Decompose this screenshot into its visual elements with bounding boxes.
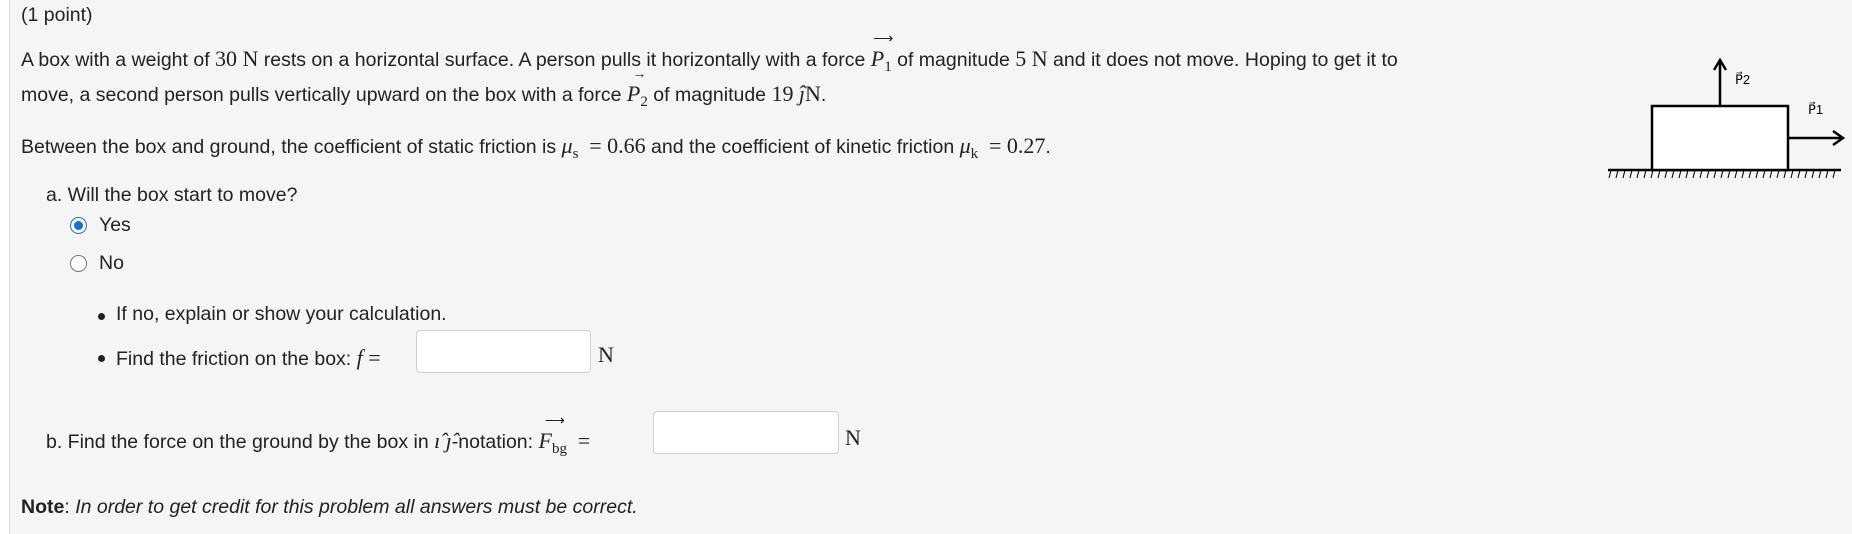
equals: =: [368, 345, 381, 370]
radio-yes[interactable]: [70, 217, 87, 234]
mu-symbol: μ: [959, 133, 971, 158]
mu-k-value: 0.27: [1006, 133, 1046, 158]
friction-prompt-text: Find the friction on the box:: [116, 348, 357, 370]
radio-no[interactable]: [70, 255, 87, 272]
part-b-text: b. Find the force on the ground by the b…: [46, 431, 435, 453]
period: .: [820, 84, 827, 106]
kinetic-subscript: k: [970, 146, 979, 162]
bullet-icon: [98, 313, 105, 320]
intro-line-2: move, a second person pulls vertically u…: [21, 67, 827, 111]
part-a-question: a. Will the box start to move?: [46, 184, 298, 206]
friction-prompt: Find the friction on the box: f =: [116, 345, 381, 371]
equals: =: [589, 133, 602, 158]
p2-magnitude: 19: [771, 81, 794, 106]
p1-magnitude: 5: [1015, 46, 1027, 71]
option-yes-label[interactable]: Yes: [99, 214, 131, 237]
ground-force-answer-input[interactable]: [653, 411, 839, 454]
note: Note: In order to get credit for this pr…: [21, 496, 638, 519]
friction-text: Between the box and ground, the coeffici…: [21, 136, 562, 158]
p1-label: P⃗1: [1808, 102, 1823, 117]
note-colon: :: [64, 496, 76, 518]
option-no-label[interactable]: No: [99, 252, 124, 275]
force-fbg-symbol: ⟶ Fbg: [538, 414, 567, 458]
force-p1-symbol: ⟶ P1: [870, 32, 894, 76]
equals: =: [989, 133, 1002, 158]
unit-newton: N: [242, 46, 259, 71]
weight-value: 30: [215, 46, 238, 71]
part-b-question: b. Find the force on the ground by the b…: [46, 414, 591, 458]
part-b-text: -notation:: [451, 431, 539, 453]
friction-text: and the coefficient of kinetic friction: [645, 136, 960, 158]
intro-text: A box with a weight of: [21, 49, 216, 71]
static-subscript: s: [572, 146, 579, 162]
f-symbol: f: [356, 345, 363, 370]
note-text: In order to get credit for this problem …: [75, 496, 638, 518]
i-hat: ı̂: [434, 428, 441, 453]
intro-text: of magnitude: [891, 49, 1016, 71]
intro-text: and it does not move. Hoping to get it t…: [1047, 49, 1398, 71]
unit-newton: N: [805, 81, 821, 106]
note-label: Note: [21, 496, 65, 518]
unit-newton: N: [1031, 46, 1048, 71]
force-p2-symbol: → P2: [626, 67, 648, 111]
intro-text: move, a second person pulls vertically u…: [21, 84, 627, 106]
ground-force-unit: N: [845, 425, 861, 450]
p2-label: P⃗2: [1735, 72, 1750, 87]
friction-answer-input[interactable]: [416, 330, 591, 373]
intro-text: rests on a horizontal surface. A person …: [258, 49, 871, 71]
box: [1650, 104, 1790, 172]
period: .: [1045, 136, 1051, 158]
mu-symbol: μ: [561, 133, 573, 158]
intro-text: of magnitude: [647, 84, 772, 106]
mu-s-value: 0.66: [607, 133, 646, 158]
friction-unit: N: [598, 342, 614, 367]
intro-line-1: A box with a weight of 30 N rests on a h…: [21, 32, 1398, 76]
equals: =: [577, 428, 591, 453]
bullet-icon: [98, 355, 105, 362]
points-label: (1 point): [21, 4, 93, 26]
box-force-diagram: P⃗2 P⃗1: [1608, 57, 1845, 179]
friction-line: Between the box and ground, the coeffici…: [21, 133, 1051, 163]
bullet-explain: If no, explain or show your calculation.: [116, 303, 447, 325]
